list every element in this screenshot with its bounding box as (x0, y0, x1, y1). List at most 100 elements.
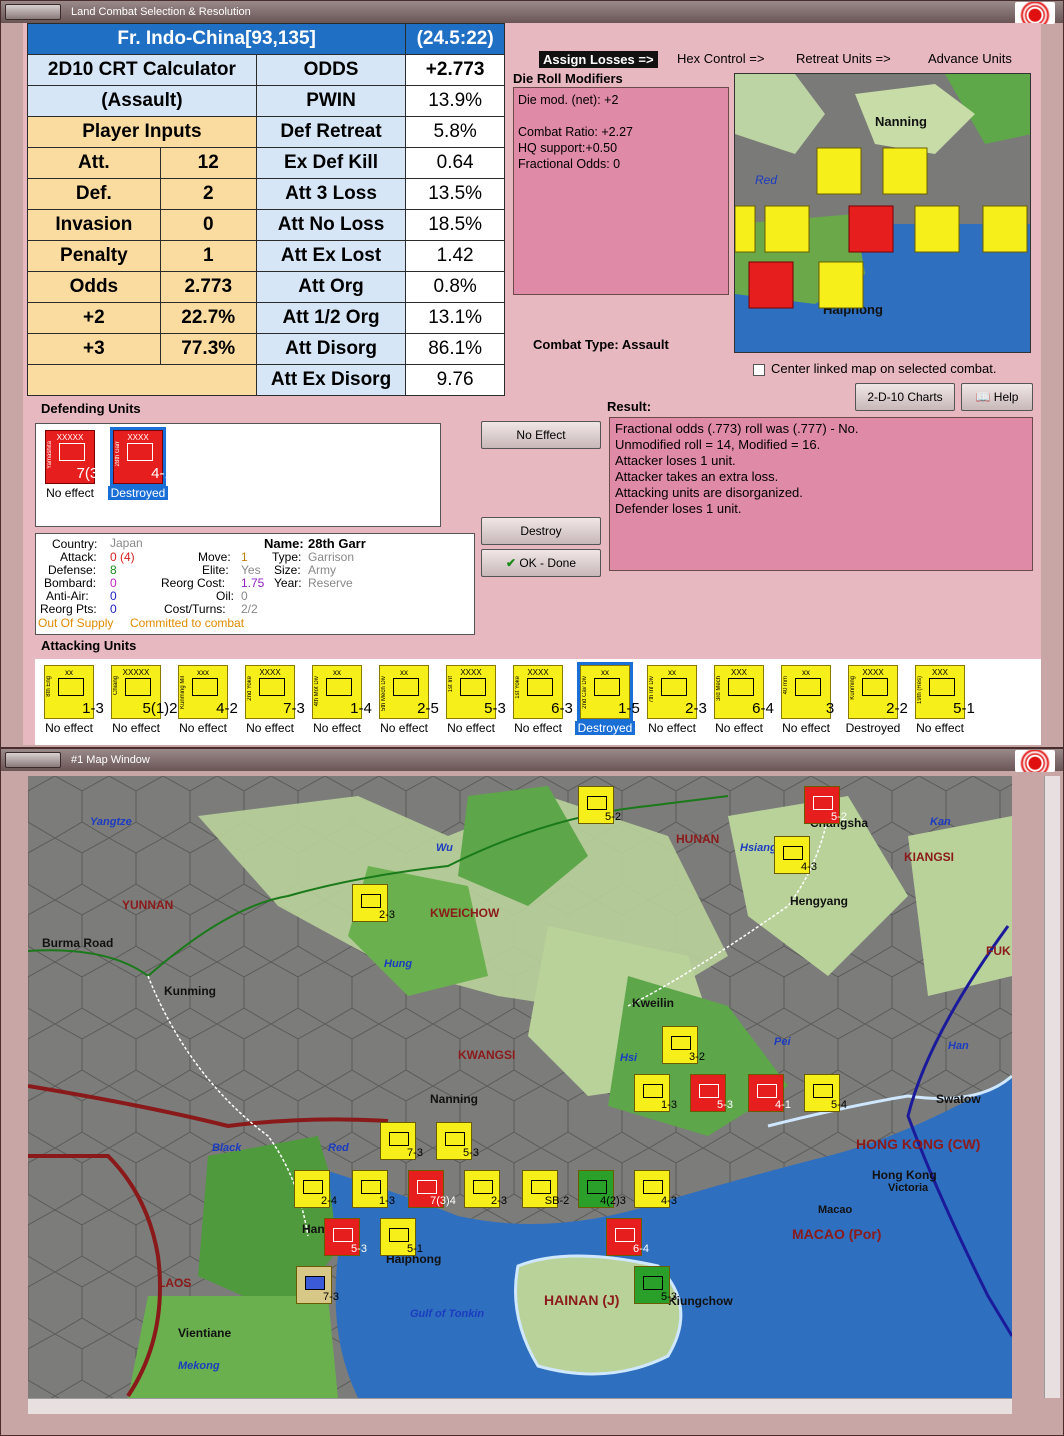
unit-status: No effect (916, 721, 964, 735)
map-unit-counter[interactable]: 7(3)4 (408, 1170, 456, 1208)
unit-counter[interactable]: xx 7th Inf Div 2-3 (647, 665, 707, 719)
map-unit-counter[interactable]: 4-1 (748, 1074, 791, 1112)
map-unit-counter[interactable]: 3-2 (662, 1026, 705, 1064)
combat-window-titlebar[interactable]: Land Combat Selection & Resolution (1, 1, 1063, 24)
map-unit-counter[interactable]: 4(2)3 (578, 1170, 626, 1208)
attacking-unit[interactable]: xx 7th Inf Div 2-3 No effect (642, 665, 707, 735)
map-unit-counter[interactable]: 1-3 (352, 1170, 395, 1208)
unit-counter[interactable]: xx 4th Mot Div 1-4 (312, 665, 372, 719)
map-unit-counter[interactable]: 5-3 (690, 1074, 733, 1112)
attacking-unit[interactable]: xx 40 mm 3 No effect (776, 665, 836, 735)
unit-counter[interactable]: xxx Kunming Mil 4-2 (178, 665, 238, 719)
map-unit-counter[interactable]: 7-3 (296, 1266, 339, 1304)
attacking-unit[interactable]: XXX 3rd Mech 6-4 No effect (709, 665, 774, 735)
unit-status: No effect (45, 721, 93, 735)
crt-left-value: 77.3% (159, 333, 257, 365)
unit-counter[interactable]: xx 2nd Cav Div 1-5 (577, 662, 640, 722)
map-province-label: HONG KONG (CW) (856, 1136, 981, 1152)
unit-name: Chiang (113, 676, 119, 696)
map-unit-counter[interactable]: SB-2 (522, 1170, 569, 1208)
defending-unit[interactable]: XXXX 28th Garr 4-1 Destroyed (108, 427, 173, 500)
attacking-unit[interactable]: XXXXX Chiang 5(1)2 No effect (106, 665, 178, 735)
map-river-label: Hung (384, 958, 413, 970)
crt-left-value[interactable]: 12 (159, 147, 257, 179)
window-controls[interactable] (5, 4, 61, 20)
map-unit-counter[interactable]: 5-2 (578, 786, 621, 824)
map-unit-counter[interactable]: 4-3 (774, 836, 817, 874)
map-unit-counter[interactable]: 5-3 (634, 1266, 677, 1304)
crt-left-value[interactable]: 2 (159, 178, 257, 210)
main-map[interactable]: Yangtze Wu Hsiang Kan Hung Pei Hsi Han B… (28, 776, 1012, 1398)
tab-assign-losses[interactable]: Assign Losses => (539, 51, 658, 68)
unit-counter[interactable]: XXXXX Chiang 5(1)2 (111, 665, 178, 719)
attacking-unit[interactable]: xx 5th Mech Div 2-5 No effect (374, 665, 439, 735)
tab-hex-control[interactable]: Hex Control => (677, 51, 764, 66)
map-unit-counter[interactable]: 2-4 (294, 1170, 337, 1208)
unit-counter[interactable]: XXXX 1st Yoke 6-3 (513, 665, 573, 719)
attacking-unit[interactable]: xx 2nd Cav Div 1-5 Destroyed (575, 662, 640, 735)
map-unit-counter[interactable]: 4-3 (634, 1170, 677, 1208)
unit-name: 2nd Yoke (247, 676, 253, 701)
unit-counter[interactable]: xx 5th Mech Div 2-5 (379, 665, 439, 719)
crt-left-value[interactable]: 1 (159, 240, 257, 272)
unit-type-icon (393, 678, 419, 696)
destroy-button[interactable]: Destroy (481, 517, 601, 545)
crt-left-value[interactable]: 0 (159, 209, 257, 241)
map-unit-counter[interactable]: 7-3 (380, 1122, 423, 1160)
attacking-unit[interactable]: XXXX 2nd Yoke 7-3 No effect (240, 665, 305, 735)
unit-type-icon (594, 678, 620, 696)
no-effect-button[interactable]: No Effect (481, 421, 601, 449)
window-controls[interactable] (5, 752, 61, 768)
map-unit-counter[interactable]: 6-4 (606, 1218, 649, 1256)
info-name-label: Name: (264, 536, 304, 551)
ok-done-button[interactable]: ✔ OK - Done (481, 549, 601, 577)
unit-name: Yamashita (47, 441, 53, 469)
map-unit-counter[interactable]: 5-1 (380, 1218, 423, 1256)
checkbox-box[interactable] (753, 363, 765, 376)
combat-type-label: Combat Type: (533, 337, 619, 352)
attacking-unit[interactable]: xx 8th Eng 1-3 No effect (39, 665, 104, 735)
unit-type-icon (192, 678, 218, 696)
map-window-titlebar[interactable]: #1 Map Window (1, 749, 1063, 772)
tab-advance-units[interactable]: Advance Units (928, 51, 1012, 66)
crt-left-label: +3 (27, 333, 161, 365)
attacking-unit[interactable]: xxx Kunming Mil 4-2 No effect (173, 665, 238, 735)
combat-minimap[interactable]: Nanning Red Haiphong (734, 73, 1031, 353)
attacking-unit[interactable]: XXXX 1st Inf 5-3 No effect (441, 665, 506, 735)
attacking-unit[interactable]: XXXX Kunming 2-2 Destroyed (843, 665, 908, 735)
minimap-terrain: Nanning Red Haiphong (735, 74, 1030, 352)
map-unit-counter[interactable]: 5-3 (436, 1122, 479, 1160)
defending-unit[interactable]: XXXXX Yamashita 7(3)4 No effect (40, 430, 112, 500)
map-unit-counter[interactable]: 5-3 (324, 1218, 367, 1256)
attacking-unit[interactable]: XXXX 1st Yoke 6-3 No effect (508, 665, 573, 735)
unit-counter[interactable]: XXXX 2nd Yoke 7-3 (245, 665, 305, 719)
attacking-unit[interactable]: XXX 19th (Res) 5-1 No effect (910, 665, 975, 735)
unit-counter[interactable]: XXX 3rd Mech 6-4 (714, 665, 774, 719)
unit-counter[interactable]: XXXX 28th Garr 4-1 (110, 427, 173, 487)
crt-right-value: 0.64 (405, 147, 505, 179)
unit-counter[interactable]: XXXX Kunming 2-2 (848, 665, 908, 719)
center-map-checkbox[interactable]: Center linked map on selected combat. (753, 361, 996, 376)
map-unit-counter[interactable]: 5-4 (804, 1074, 847, 1112)
unit-counter[interactable]: XXX 19th (Res) 5-1 (915, 665, 975, 719)
charts-button[interactable]: 2-D-10 Charts (855, 383, 955, 411)
unit-counter[interactable]: xx 40 mm 3 (781, 665, 834, 719)
help-button[interactable]: 📖 Help (961, 383, 1033, 411)
map-river-label: Wu (436, 842, 453, 854)
map-horizontal-scrollbar[interactable] (28, 1398, 1012, 1414)
unit-status: Destroyed (575, 721, 635, 735)
map-unit-counter[interactable]: 2-3 (464, 1170, 507, 1208)
map-vertical-scrollbar[interactable] (1044, 776, 1060, 1398)
map-unit-counter[interactable]: 5-2 (804, 786, 847, 824)
attacking-unit[interactable]: xx 4th Mot Div 1-4 No effect (307, 665, 372, 735)
unit-counter[interactable]: xx 8th Eng 1-3 (44, 665, 104, 719)
map-unit-counter[interactable]: 1-3 (634, 1074, 677, 1112)
unit-counter[interactable]: XXXXX Yamashita 7(3)4 (45, 430, 112, 484)
unit-type-icon (728, 678, 754, 696)
unit-counter[interactable]: XXXX 1st Inf 5-3 (446, 665, 506, 719)
map-unit-counter[interactable]: 2-3 (352, 884, 395, 922)
map-province-label: HUNAN (676, 832, 720, 846)
map-river-label: Black (212, 1142, 242, 1154)
unit-strength: 4-1 (151, 465, 173, 482)
tab-retreat-units[interactable]: Retreat Units => (796, 51, 891, 66)
